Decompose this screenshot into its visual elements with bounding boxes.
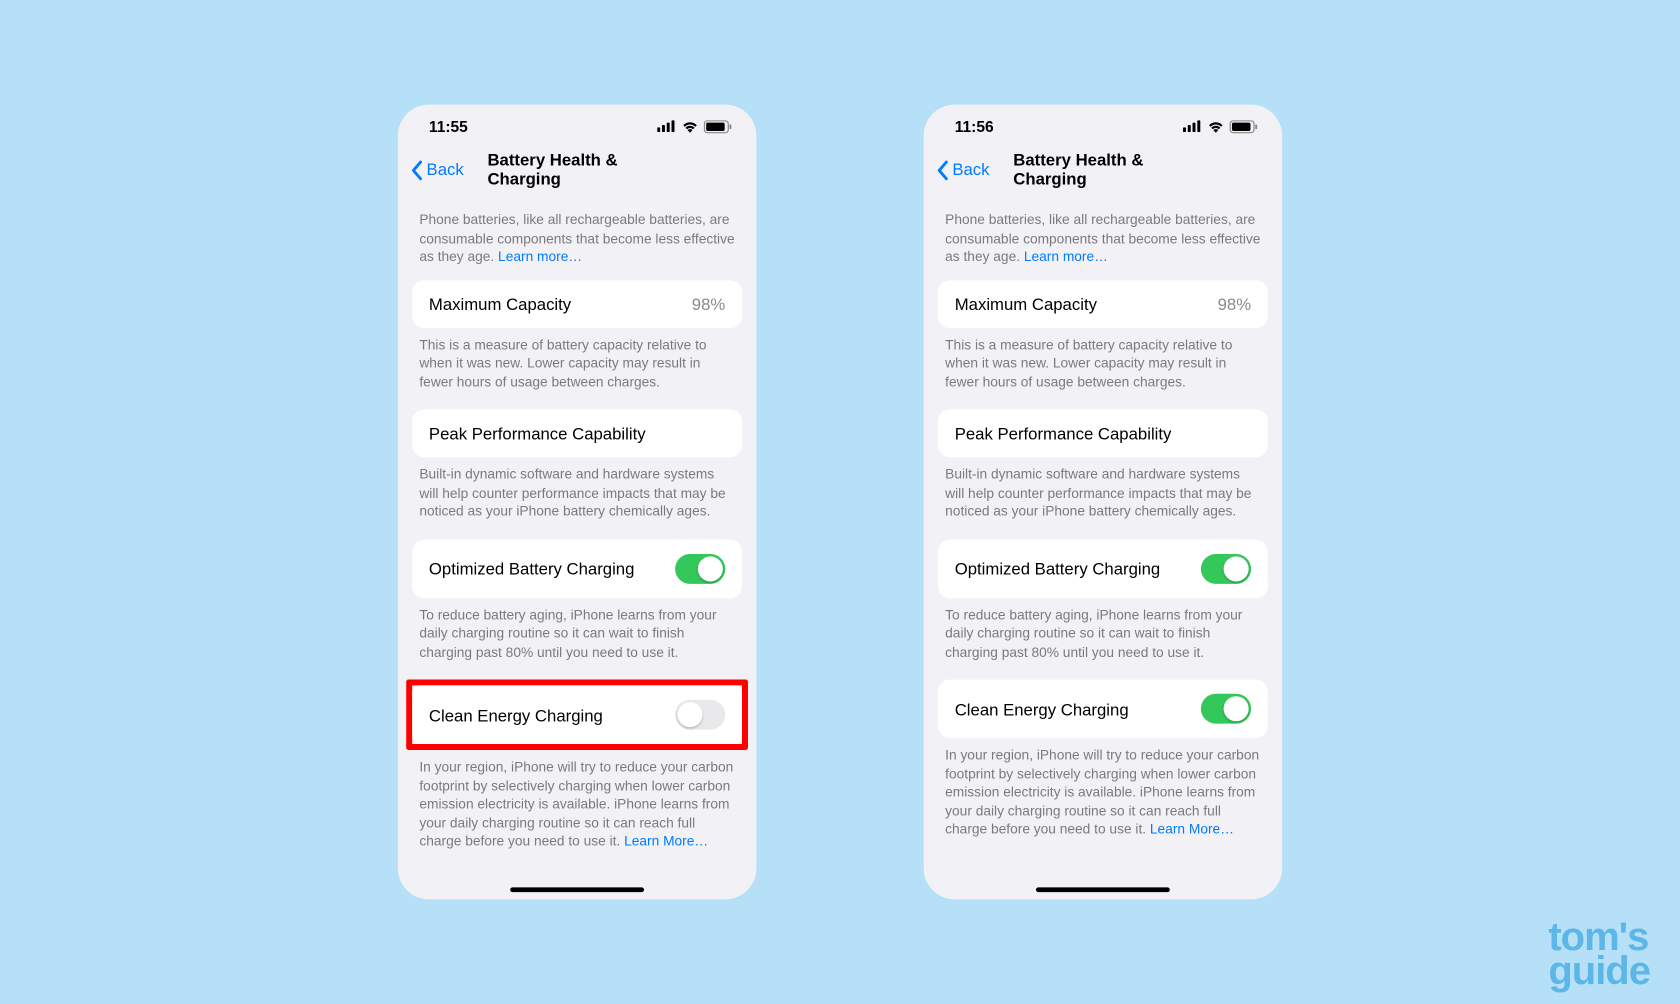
nav-bar: Back Battery Health & Charging: [924, 148, 1283, 191]
settings-content: Phone batteries, like all rechargeable b…: [924, 191, 1283, 900]
max-capacity-row[interactable]: Maximum Capacity 98%: [412, 280, 742, 328]
battery-icon: [1230, 120, 1259, 133]
home-indicator[interactable]: [1036, 887, 1170, 892]
status-time: 11:55: [429, 117, 468, 135]
cellular-icon: [1183, 120, 1202, 132]
optimized-charging-row: Optimized Battery Charging: [938, 539, 1268, 598]
optimized-charging-label: Optimized Battery Charging: [955, 559, 1161, 578]
learn-more-link[interactable]: Learn More…: [624, 835, 708, 849]
max-capacity-row[interactable]: Maximum Capacity 98%: [938, 280, 1268, 328]
cellular-icon: [657, 120, 676, 132]
max-capacity-label: Maximum Capacity: [429, 294, 571, 313]
optimized-charging-toggle[interactable]: [675, 554, 725, 584]
peak-performance-label: Peak Performance Capability: [429, 424, 646, 443]
clean-energy-toggle[interactable]: [675, 700, 725, 730]
optimized-charging-desc: To reduce battery aging, iPhone learns f…: [938, 598, 1268, 680]
status-bar: 11:56: [924, 105, 1283, 148]
wifi-icon: [1207, 120, 1225, 133]
back-label: Back: [952, 160, 989, 179]
back-button[interactable]: Back: [936, 158, 990, 181]
intro-text: Phone batteries, like all rechargeable b…: [938, 191, 1268, 280]
max-capacity-value: 98%: [1218, 294, 1251, 313]
wifi-icon: [681, 120, 699, 133]
optimized-charging-toggle[interactable]: [1201, 554, 1251, 584]
status-icons: [1183, 120, 1258, 133]
optimized-charging-desc: To reduce battery aging, iPhone learns f…: [412, 598, 742, 680]
home-indicator[interactable]: [510, 887, 644, 892]
chevron-left-icon: [410, 159, 424, 181]
learn-more-link[interactable]: Learn more…: [1024, 250, 1108, 264]
status-icons: [657, 120, 732, 133]
peak-performance-label: Peak Performance Capability: [955, 424, 1172, 443]
clean-energy-toggle[interactable]: [1201, 694, 1251, 724]
learn-more-link[interactable]: Learn More…: [1150, 823, 1234, 837]
highlight-box: Clean Energy Charging: [406, 680, 748, 751]
settings-content: Phone batteries, like all rechargeable b…: [398, 191, 757, 900]
peak-performance-desc: Built-in dynamic software and hardware s…: [412, 457, 742, 539]
back-button[interactable]: Back: [410, 158, 464, 181]
page-title: Battery Health & Charging: [487, 150, 666, 188]
clean-energy-desc: In your region, iPhone will try to reduc…: [938, 738, 1268, 857]
peak-performance-desc: Built-in dynamic software and hardware s…: [938, 457, 1268, 539]
clean-energy-desc: In your region, iPhone will try to reduc…: [412, 750, 742, 869]
peak-performance-row[interactable]: Peak Performance Capability: [938, 409, 1268, 457]
max-capacity-desc: This is a measure of battery capacity re…: [938, 328, 1268, 410]
clean-energy-label: Clean Energy Charging: [955, 699, 1129, 718]
clean-energy-label: Clean Energy Charging: [429, 705, 603, 724]
phone-screenshot: 11:56 Back Battery Health & Charging Pho…: [924, 105, 1283, 900]
nav-bar: Back Battery Health & Charging: [398, 148, 757, 191]
battery-icon: [704, 120, 733, 133]
chevron-left-icon: [936, 159, 950, 181]
watermark-logo: tom's guide: [1548, 920, 1650, 988]
optimized-charging-row: Optimized Battery Charging: [412, 539, 742, 598]
max-capacity-desc: This is a measure of battery capacity re…: [412, 328, 742, 410]
max-capacity-value: 98%: [692, 294, 725, 313]
max-capacity-label: Maximum Capacity: [955, 294, 1097, 313]
peak-performance-row[interactable]: Peak Performance Capability: [412, 409, 742, 457]
learn-more-link[interactable]: Learn more…: [498, 250, 582, 264]
optimized-charging-label: Optimized Battery Charging: [429, 559, 635, 578]
clean-energy-charging-row: Clean Energy Charging: [412, 686, 742, 745]
intro-text: Phone batteries, like all rechargeable b…: [412, 191, 742, 280]
back-label: Back: [427, 160, 464, 179]
clean-energy-charging-row: Clean Energy Charging: [938, 680, 1268, 739]
page-title: Battery Health & Charging: [1013, 150, 1192, 188]
status-time: 11:56: [955, 117, 994, 135]
status-bar: 11:55: [398, 105, 757, 148]
phone-screenshot: 11:55 Back Battery Health & Charging Pho…: [398, 105, 757, 900]
